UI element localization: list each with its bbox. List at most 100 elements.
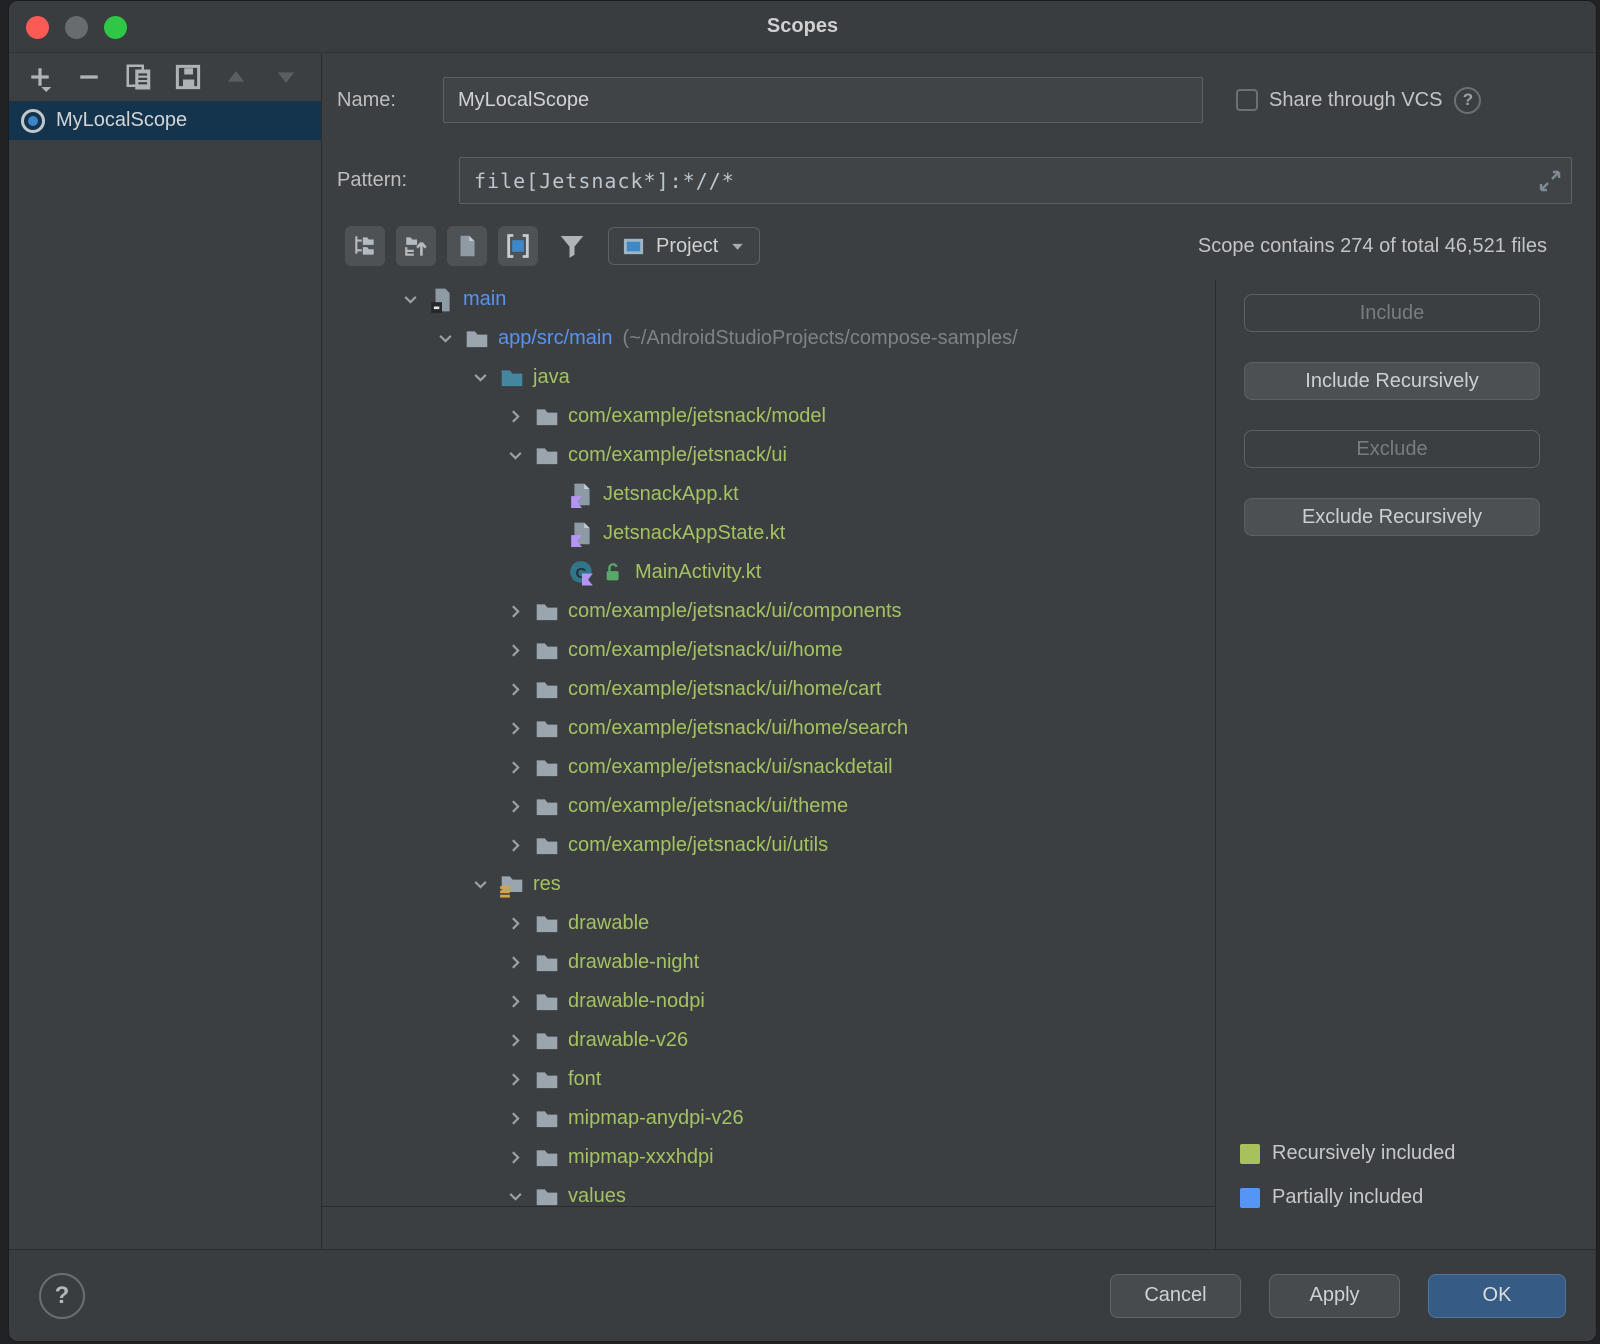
flatten-packages-icon[interactable] xyxy=(396,226,436,266)
tree-item-label: com/example/jetsnack/ui/theme xyxy=(568,795,848,818)
scope-pattern-input[interactable] xyxy=(459,157,1572,204)
chevron-right-icon[interactable] xyxy=(496,1149,534,1166)
tree-row[interactable]: com/example/jetsnack/ui/theme xyxy=(322,787,1215,826)
scope-list-item[interactable]: MyLocalScope xyxy=(9,101,321,140)
tree-row[interactable]: com/example/jetsnack/ui/home xyxy=(322,631,1215,670)
tree-row[interactable]: drawable xyxy=(322,904,1215,943)
tree-item-label: com/example/jetsnack/model xyxy=(568,405,826,428)
folder-icon xyxy=(534,950,560,976)
tree-row[interactable]: mipmap-anydpi-v26 xyxy=(322,1099,1215,1138)
lock-open-icon xyxy=(603,562,625,584)
group-by-packages-icon[interactable] xyxy=(345,226,385,266)
name-label: Name: xyxy=(337,89,443,112)
tree-row[interactable]: font xyxy=(322,1060,1215,1099)
folder-icon xyxy=(534,599,560,625)
chevron-down-icon[interactable] xyxy=(461,876,499,893)
show-files-icon[interactable] xyxy=(447,226,487,266)
tree-item-label: com/example/jetsnack/ui xyxy=(568,444,787,467)
view-selector-dropdown[interactable]: Project xyxy=(608,227,760,265)
tree-item-label: com/example/jetsnack/ui/components xyxy=(568,600,902,623)
tree-item-label: MainActivity.kt xyxy=(635,561,761,584)
expand-pattern-icon[interactable] xyxy=(1538,169,1562,193)
chevron-down-icon[interactable] xyxy=(496,1188,534,1205)
tree-row[interactable]: JetsnackApp.kt xyxy=(322,475,1215,514)
tree-item-label: values xyxy=(568,1185,626,1207)
chevron-right-icon[interactable] xyxy=(496,993,534,1010)
tree-row[interactable]: java xyxy=(322,358,1215,397)
tree-row[interactable]: com/example/jetsnack/ui/snackdetail xyxy=(322,748,1215,787)
save-icon[interactable] xyxy=(173,59,222,95)
include-recursively-button[interactable]: Include Recursively xyxy=(1244,362,1540,400)
tree-item-label: com/example/jetsnack/ui/home/search xyxy=(568,717,908,740)
scope-summary-text: Scope contains 274 of total 46,521 files xyxy=(1198,235,1547,258)
chevron-right-icon[interactable] xyxy=(496,642,534,659)
scopes-sidebar: MyLocalScope xyxy=(9,53,322,1249)
chevron-right-icon[interactable] xyxy=(496,720,534,737)
tree-row[interactable]: app/src/main(~/AndroidStudioProjects/com… xyxy=(322,319,1215,358)
copy-icon[interactable] xyxy=(124,59,173,95)
show-scope-icon[interactable] xyxy=(498,226,538,266)
scope-name-input[interactable] xyxy=(443,77,1203,123)
share-through-vcs-checkbox[interactable] xyxy=(1236,89,1258,111)
move-down-icon xyxy=(272,59,321,95)
tree-row[interactable]: com/example/jetsnack/ui xyxy=(322,436,1215,475)
folder-icon xyxy=(534,404,560,430)
chevron-right-icon[interactable] xyxy=(496,759,534,776)
tree-row[interactable]: drawable-nodpi xyxy=(322,982,1215,1021)
tree-row[interactable]: res xyxy=(322,865,1215,904)
share-help-icon[interactable]: ? xyxy=(1454,87,1481,114)
tree-row[interactable]: CMainActivity.kt xyxy=(322,553,1215,592)
pattern-label: Pattern: xyxy=(337,169,459,192)
tree-row[interactable]: main xyxy=(322,280,1215,319)
chevron-down-icon[interactable] xyxy=(496,447,534,464)
chevron-right-icon[interactable] xyxy=(496,603,534,620)
tree-toolbar: Project Scope contains 274 of total 46,5… xyxy=(322,226,1596,266)
chevron-down-icon[interactable] xyxy=(426,330,464,347)
tree-row[interactable]: com/example/jetsnack/ui/components xyxy=(322,592,1215,631)
tree-row[interactable]: com/example/jetsnack/model xyxy=(322,397,1215,436)
tree-item-label: mipmap-xxxhdpi xyxy=(568,1146,714,1169)
ok-button[interactable]: OK xyxy=(1428,1274,1566,1318)
chevron-down-icon[interactable] xyxy=(461,369,499,386)
tree-row[interactable]: JetsnackAppState.kt xyxy=(322,514,1215,553)
chevron-right-icon[interactable] xyxy=(496,1032,534,1049)
cancel-button[interactable]: Cancel xyxy=(1110,1274,1241,1318)
chevron-right-icon[interactable] xyxy=(496,408,534,425)
tree-row[interactable]: mipmap-xxxhdpi xyxy=(322,1138,1215,1177)
legend-item: Partially included xyxy=(1240,1186,1455,1209)
tree-item-label: drawable-v26 xyxy=(568,1029,688,1052)
folder-icon xyxy=(534,638,560,664)
folder-icon xyxy=(534,755,560,781)
chevron-right-icon[interactable] xyxy=(496,915,534,932)
apply-button[interactable]: Apply xyxy=(1269,1274,1400,1318)
zoom-window-button[interactable] xyxy=(104,16,127,39)
chevron-down-icon[interactable] xyxy=(391,291,429,308)
chevron-right-icon[interactable] xyxy=(496,1071,534,1088)
help-button[interactable]: ? xyxy=(39,1273,85,1319)
folder-icon xyxy=(534,443,560,469)
tree-row[interactable]: com/example/jetsnack/ui/home/cart xyxy=(322,670,1215,709)
tree-row[interactable]: com/example/jetsnack/ui/home/search xyxy=(322,709,1215,748)
include-button: Include xyxy=(1244,294,1540,332)
folder-icon xyxy=(534,1067,560,1093)
folder-icon xyxy=(534,677,560,703)
chevron-right-icon[interactable] xyxy=(496,1110,534,1127)
remove-icon[interactable] xyxy=(74,59,123,95)
folder-icon xyxy=(534,1184,560,1208)
tree-row[interactable]: drawable-v26 xyxy=(322,1021,1215,1060)
filter-icon[interactable] xyxy=(552,226,592,266)
chevron-right-icon[interactable] xyxy=(496,837,534,854)
tree-row[interactable]: drawable-night xyxy=(322,943,1215,982)
exclude-recursively-button[interactable]: Exclude Recursively xyxy=(1244,498,1540,536)
legend-label: Partially included xyxy=(1272,1186,1423,1209)
chevron-right-icon[interactable] xyxy=(496,681,534,698)
tree-row[interactable]: com/example/jetsnack/ui/utils xyxy=(322,826,1215,865)
add-icon[interactable] xyxy=(25,59,74,95)
close-window-button[interactable] xyxy=(26,16,49,39)
chevron-right-icon[interactable] xyxy=(496,954,534,971)
kotlin-file-icon xyxy=(569,521,595,547)
folder-icon xyxy=(534,1145,560,1171)
tree-row[interactable]: values xyxy=(322,1177,1215,1207)
chevron-right-icon[interactable] xyxy=(496,798,534,815)
folder-res-icon xyxy=(499,872,525,898)
